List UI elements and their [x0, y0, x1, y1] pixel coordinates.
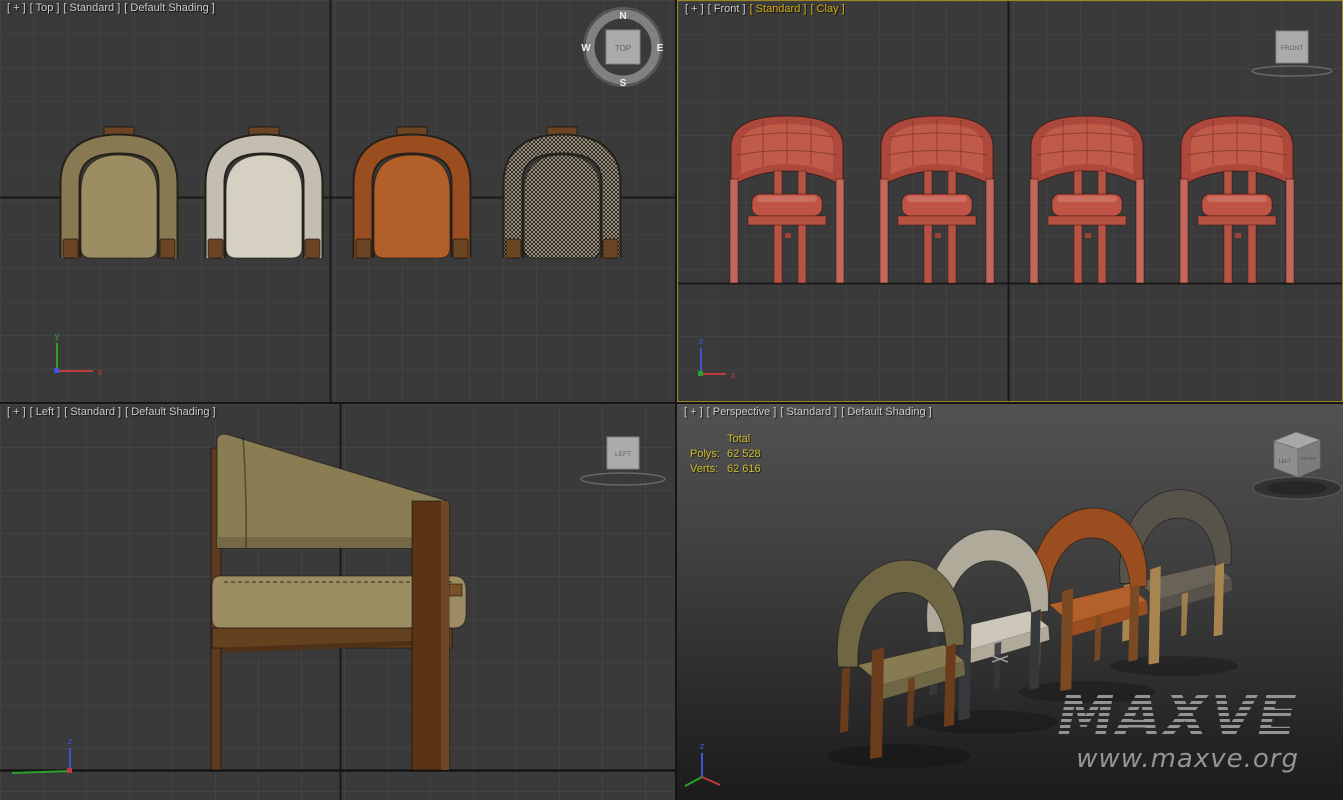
chair-olive-side-view[interactable] [211, 434, 466, 770]
chair-shadow [827, 744, 971, 768]
viewport-menu-general[interactable]: [ + ] [7, 406, 26, 418]
viewcube-icon[interactable]: LEFT FRONT [1253, 432, 1341, 499]
svg-text:z: z [700, 741, 705, 751]
world-axis-icon: y x [54, 331, 103, 377]
viewport-label-top: [ + ] [ Top ][ Standard ] [ Default Shadin… [7, 2, 219, 14]
compass-west[interactable]: W [581, 43, 591, 54]
viewport-top[interactable]: [ + ] [ Top ][ Standard ] [ Default Shadin… [0, 0, 675, 402]
viewport-menu-general[interactable]: [ + ] [685, 3, 704, 15]
viewcube-icon[interactable]: LEFT [581, 437, 665, 485]
viewcube-icon[interactable]: FRONT [1252, 31, 1332, 76]
viewport-front[interactable]: [ + ] [ Front ] [ Standard ][ Clay ] [677, 0, 1343, 402]
viewport-perspective[interactable]: [ + ] [ Perspective ][ Standard ] [ Defaul… [677, 404, 1343, 800]
svg-text:x: x [731, 370, 736, 380]
viewport-menu-shading[interactable]: [ Clay ] [810, 3, 844, 15]
svg-text:x: x [98, 367, 103, 377]
viewport-label-front: [ + ] [ Front ] [ Standard ][ Clay ] [685, 3, 849, 15]
max-quad-viewport: [ + ][ Top ][ Standard ][ Default Shadin… [0, 0, 1343, 800]
viewport-menu-shading[interactable]: [ Default Shading ] [125, 406, 216, 418]
compass-north[interactable]: N [619, 11, 626, 22]
svg-text:FRONT: FRONT [1301, 456, 1317, 461]
viewport-label-left: [ + ] [ Left ][ Standard ] [ Default Shadi… [7, 406, 220, 418]
chair-olive-top-view[interactable] [63, 127, 175, 258]
svg-text:TOP: TOP [615, 44, 631, 53]
svg-text:z: z [699, 336, 704, 346]
world-axis-icon: z x [698, 336, 736, 380]
compass-east[interactable]: E [657, 43, 664, 54]
chair-clay-front-view[interactable] [730, 116, 844, 283]
svg-text:LEFT: LEFT [615, 451, 631, 458]
chair-clay-front-view[interactable] [1180, 116, 1294, 283]
watermark-logo: MAXVE [1057, 689, 1299, 741]
viewport-menu-renderer[interactable]: [ Standard ] [64, 406, 121, 418]
viewport-label-perspective: [ + ] [ Perspective ][ Standard ] [ Defaul… [684, 406, 936, 418]
compass-south[interactable]: S [620, 78, 627, 89]
chair-houndstooth-top-view[interactable] [506, 127, 618, 258]
watermark: MAXVE www.maxve.org [1057, 689, 1299, 774]
watermark-url: www.maxve.org [1057, 744, 1299, 774]
chair-rust-top-view[interactable] [356, 127, 468, 258]
viewport-menu-general[interactable]: [ + ] [7, 2, 26, 14]
viewport-menu-pov[interactable]: [ Front ] [708, 3, 746, 15]
viewport-menu-shading[interactable]: [ Default Shading ] [841, 406, 932, 418]
chair-cream-top-view[interactable] [208, 127, 320, 258]
svg-text:y: y [55, 331, 60, 341]
viewport-menu-pov[interactable]: [ Left ] [30, 406, 61, 418]
chair-shadow [914, 710, 1058, 734]
chair-clay-front-view[interactable] [1030, 116, 1144, 283]
svg-text:z: z [68, 736, 73, 746]
world-axis-icon: z [12, 736, 73, 773]
svg-text:LEFT: LEFT [1279, 459, 1291, 465]
viewport-menu-pov[interactable]: [ Perspective ] [707, 406, 777, 418]
viewport-menu-renderer[interactable]: [ Standard ] [750, 3, 807, 15]
viewport-menu-pov[interactable]: [ Top ] [30, 2, 60, 14]
viewcube-compass-icon[interactable]: TOP N E S W [581, 8, 663, 89]
viewport-menu-renderer[interactable]: [ Standard ] [780, 406, 837, 418]
viewport-menu-shading[interactable]: [ Default Shading ] [124, 2, 215, 14]
viewport-menu-renderer[interactable]: [ Standard ] [63, 2, 120, 14]
world-axis-icon: z [685, 741, 720, 786]
viewport-left[interactable]: [ + ] [ Left ][ Standard ] [ Default Shadi… [0, 404, 675, 800]
viewport-menu-general[interactable]: [ + ] [684, 406, 703, 418]
svg-text:FRONT: FRONT [1281, 45, 1303, 52]
chair-clay-front-view[interactable] [880, 116, 994, 283]
